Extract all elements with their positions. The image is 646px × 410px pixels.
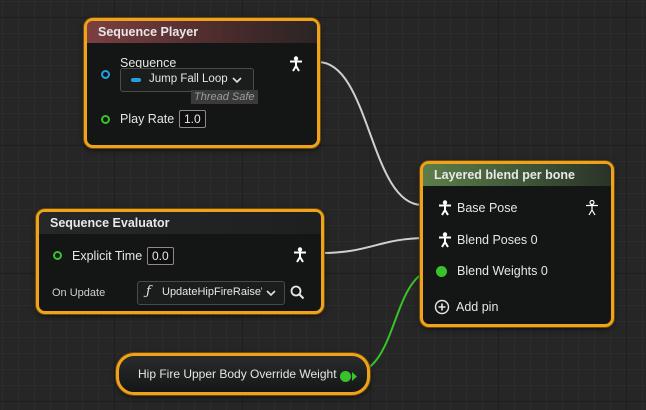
explicit-time-label: Explicit Time bbox=[72, 249, 143, 263]
sequence-evaluator-node[interactable]: Sequence Evaluator Explicit Time 0.0 On … bbox=[36, 209, 324, 314]
play-rate-input-pin[interactable] bbox=[101, 115, 110, 124]
pose-output-icon[interactable] bbox=[289, 56, 303, 72]
pose-input-icon[interactable] bbox=[438, 200, 452, 216]
chevron-down-icon bbox=[232, 77, 242, 84]
pose-output-icon[interactable] bbox=[585, 200, 599, 216]
blend-weights-label: Blend Weights 0 bbox=[457, 264, 548, 278]
on-update-value: UpdateHipFireRaiseWea bbox=[162, 286, 262, 298]
hip-fire-weight-variable-node[interactable]: Hip Fire Upper Body Override Weight bbox=[116, 353, 370, 395]
pose-output-icon[interactable] bbox=[293, 247, 307, 263]
node-title: Layered blend per bone bbox=[423, 164, 611, 186]
wire-evaluator-to-blend-poses[interactable] bbox=[321, 237, 428, 254]
sequence-input-pin[interactable] bbox=[101, 70, 110, 79]
sequence-asset-icon bbox=[131, 78, 141, 82]
sequence-asset-combo[interactable]: Jump Fall Loop bbox=[120, 68, 254, 92]
blend-weights-pin-row[interactable]: Blend Weights 0 bbox=[423, 261, 611, 281]
node-title: Sequence Player bbox=[87, 21, 317, 43]
add-pin-button[interactable]: Add pin bbox=[423, 297, 543, 317]
blend-poses-label: Blend Poses 0 bbox=[457, 233, 538, 247]
add-pin-icon bbox=[434, 299, 450, 315]
sequence-player-node[interactable]: Sequence Player Sequence Jump Fall Loop … bbox=[84, 18, 320, 148]
float-output-pin[interactable] bbox=[340, 371, 351, 382]
variable-label: Hip Fire Upper Body Override Weight bbox=[138, 367, 337, 381]
thread-safe-badge: Thread Safe bbox=[191, 90, 258, 104]
base-pose-pin-row[interactable]: Base Pose bbox=[423, 198, 611, 218]
explicit-time-value[interactable]: 0.0 bbox=[147, 247, 174, 265]
on-update-label: On Update bbox=[52, 287, 106, 299]
function-icon: ƒ bbox=[146, 284, 151, 299]
float-input-pin[interactable] bbox=[436, 266, 447, 277]
play-rate-label: Play Rate bbox=[120, 112, 175, 126]
node-title: Sequence Evaluator bbox=[39, 212, 321, 234]
play-rate-value[interactable]: 1.0 bbox=[179, 110, 206, 128]
pin-arrow-icon bbox=[352, 372, 357, 381]
add-pin-label: Add pin bbox=[456, 300, 499, 314]
blend-poses-pin-row[interactable]: Blend Poses 0 bbox=[423, 230, 611, 250]
explicit-time-input-pin[interactable] bbox=[53, 251, 62, 260]
on-update-function-combo[interactable]: ƒ UpdateHipFireRaiseWea bbox=[137, 281, 285, 305]
search-icon[interactable] bbox=[290, 285, 305, 300]
base-pose-label: Base Pose bbox=[457, 201, 518, 215]
pose-input-icon[interactable] bbox=[438, 232, 452, 248]
sequence-asset-value: Jump Fall Loop bbox=[149, 73, 228, 85]
chevron-down-icon bbox=[266, 290, 276, 297]
wire-sequence-player-to-base-pose[interactable] bbox=[317, 61, 423, 206]
layered-blend-per-bone-node[interactable]: Layered blend per bone Base Pose Blend P… bbox=[420, 161, 614, 327]
